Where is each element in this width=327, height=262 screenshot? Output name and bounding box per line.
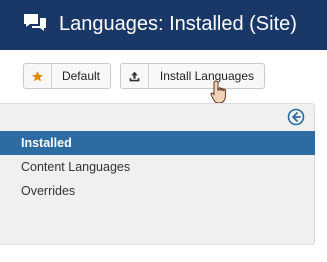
sidebar: Installed Content Languages Overrides <box>0 103 315 245</box>
page-header: Languages: Installed (Site) <box>0 0 327 50</box>
comments-icon <box>24 14 46 31</box>
page-title: Languages: Installed (Site) <box>59 13 297 35</box>
star-icon <box>24 64 52 88</box>
arrow-left-circle-icon[interactable] <box>287 108 305 126</box>
sidebar-item-content-languages[interactable]: Content Languages <box>0 155 315 179</box>
toolbar: Default Install Languages <box>0 50 327 103</box>
sidebar-item-installed[interactable]: Installed <box>0 131 315 155</box>
install-languages-button-label: Install Languages <box>159 69 254 83</box>
sidebar-menu: Installed Content Languages Overrides <box>0 131 315 203</box>
hand-pointer-icon <box>210 80 226 104</box>
upload-icon <box>121 64 149 88</box>
sidebar-item-overrides[interactable]: Overrides <box>0 179 315 203</box>
install-languages-button[interactable]: Install Languages <box>120 63 265 89</box>
default-button-label: Default <box>61 69 100 83</box>
default-button[interactable]: Default <box>23 63 111 89</box>
